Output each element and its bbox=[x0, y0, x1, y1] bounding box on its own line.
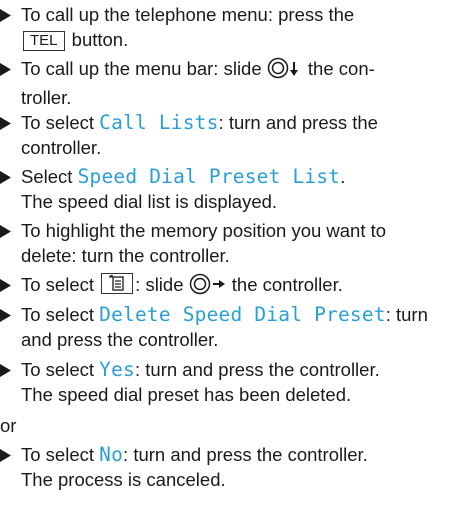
step-result: The process is canceled. bbox=[21, 468, 226, 490]
arrow-bullet-icon bbox=[0, 111, 20, 130]
step-text: troller. bbox=[21, 86, 72, 108]
step-text: To select bbox=[21, 304, 95, 325]
arrow-bullet-icon bbox=[0, 443, 20, 462]
arrow-bullet-icon bbox=[0, 358, 20, 377]
step-text: To select bbox=[21, 274, 95, 295]
arrow-bullet-icon bbox=[0, 273, 20, 292]
step-text: To highlight the memory position you wan… bbox=[21, 220, 387, 241]
step-text: the con- bbox=[307, 58, 375, 79]
step-text: To call up the menu bar: slide bbox=[21, 58, 262, 79]
menu-item-yes: Yes bbox=[99, 358, 135, 381]
controller-slide-down-icon bbox=[267, 57, 303, 86]
menu-item-call-lists: Call Lists bbox=[99, 111, 219, 134]
step-result: The speed dial preset has been deleted. bbox=[21, 383, 352, 405]
controller-slide-right-icon bbox=[189, 273, 227, 302]
step-text: : turn and press the controller. bbox=[134, 359, 380, 380]
step-text: controller. bbox=[21, 136, 102, 158]
step-text: To call up the telephone menu: press the bbox=[21, 4, 355, 25]
arrow-bullet-icon bbox=[0, 57, 20, 76]
step-text: Select bbox=[21, 166, 73, 187]
step-text: : turn and press the controller. bbox=[123, 444, 368, 465]
step-text: delete: turn the controller. bbox=[21, 244, 230, 266]
arrow-bullet-icon bbox=[0, 219, 20, 238]
or-separator: or bbox=[0, 415, 17, 436]
step-text: . bbox=[340, 166, 346, 187]
instruction-page: To call up the telephone menu: press the… bbox=[0, 0, 466, 511]
tel-key: TEL bbox=[23, 30, 65, 51]
arrow-bullet-icon bbox=[0, 165, 20, 184]
step-result: The speed dial list is displayed. bbox=[21, 190, 278, 212]
step-text: button. bbox=[71, 28, 129, 50]
step-text: To select bbox=[21, 444, 95, 465]
step-text: slide bbox=[145, 274, 184, 295]
menu-item-no: No bbox=[99, 443, 124, 466]
step-text: To select bbox=[21, 359, 95, 380]
menu-option-icon bbox=[101, 273, 134, 294]
step-text: : turn bbox=[385, 304, 428, 325]
step-text: and press the controller. bbox=[21, 328, 219, 350]
arrow-bullet-icon bbox=[0, 3, 20, 22]
arrow-bullet-icon bbox=[0, 303, 20, 322]
menu-item-speed-dial-preset-list: Speed Dial Preset List bbox=[77, 165, 341, 188]
step-text: the controller. bbox=[231, 274, 343, 295]
step-text: : turn and press the bbox=[218, 112, 378, 133]
step-text: To select bbox=[21, 112, 95, 133]
menu-item-delete-speed-dial-preset: Delete Speed Dial Preset bbox=[99, 303, 386, 326]
step-text: : bbox=[135, 274, 141, 295]
